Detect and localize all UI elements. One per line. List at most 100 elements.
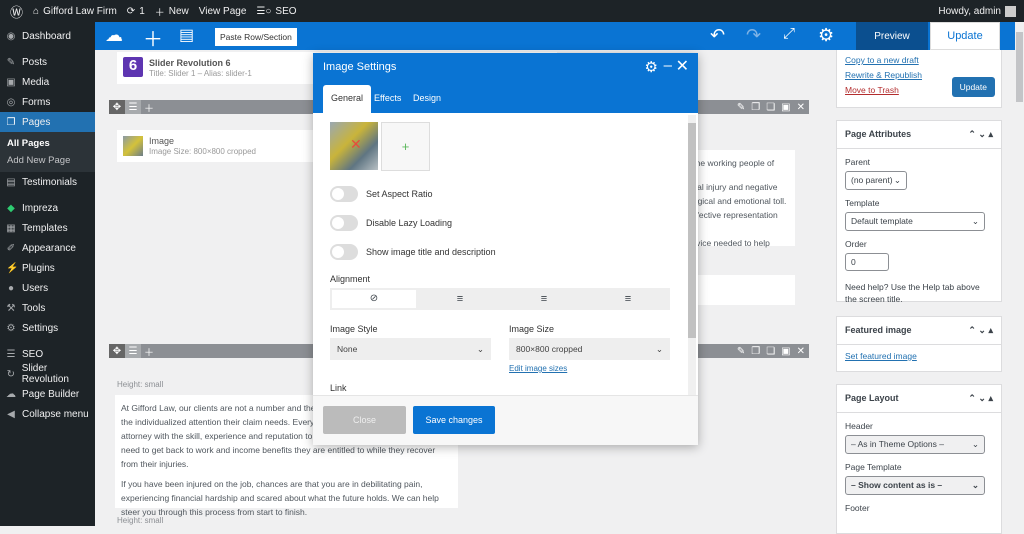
move-icon[interactable]: ✥ [109, 344, 125, 358]
page-template-select[interactable]: – Show content as is – ⌄ [845, 476, 985, 495]
sidebar-sub-add-new[interactable]: Add New Page [0, 152, 95, 169]
set-featured-image-link[interactable]: Set featured image [845, 351, 917, 361]
tab-design[interactable]: Design [405, 85, 449, 113]
redo-icon[interactable]: ↷ [746, 25, 761, 46]
add-icon[interactable]: ＋ [141, 344, 157, 359]
templates-icon[interactable]: ▤ [179, 25, 194, 45]
sidebar-item-seo[interactable]: ☰ SEO [0, 344, 95, 364]
paste-row-button[interactable]: Paste Row/Section [215, 28, 297, 46]
copy-icon[interactable]: ❏ [766, 102, 775, 113]
new-link[interactable]: ＋ New [155, 4, 189, 19]
tab-general[interactable]: General [323, 85, 372, 113]
delete-icon[interactable]: ✕ [797, 346, 805, 357]
align-left-icon[interactable]: ≡ [418, 288, 502, 310]
sidebar-item-posts[interactable]: ✎ Posts [0, 52, 95, 72]
image-size-select[interactable]: 800×800 cropped ⌄ [509, 338, 670, 360]
sidebar-item-media[interactable]: ▣ Media [0, 72, 95, 92]
update-button[interactable]: Update [930, 22, 1000, 50]
edit-image-sizes-link[interactable]: Edit image sizes [509, 364, 567, 373]
duplicate-icon[interactable]: ❐ [751, 102, 760, 113]
sidebar-item-pages[interactable]: ❐ Pages [0, 112, 95, 132]
seo-link[interactable]: ☰○ SEO [256, 6, 296, 17]
box-controls-icon[interactable]: ⌃ ⌄ ▴ [968, 325, 993, 336]
selected-image-thumbnail[interactable]: ✕ [330, 122, 378, 170]
box-controls-icon[interactable]: ⌃ ⌄ ▴ [968, 129, 993, 140]
admin-bar: Ⓦ ⌂ Gifford Law Firm ⟳ 1 ＋ New View Page… [0, 0, 1024, 22]
sidebar-item-appearance[interactable]: ✐ Appearance [0, 238, 95, 258]
sidebar-item-testimonials[interactable]: ▤ Testimonials [0, 172, 95, 192]
sidebar-item-templates[interactable]: ▦ Templates [0, 218, 95, 238]
sidebar-item-dashboard[interactable]: ◉ Dashboard [0, 26, 95, 46]
site-link[interactable]: ⌂ Gifford Law Firm [33, 6, 117, 17]
help-text: Need help? Use the Help tab above the sc… [845, 282, 980, 304]
fullscreen-icon[interactable]: ⤢ [783, 25, 795, 42]
users-icon: ● [7, 282, 15, 294]
sidebar-item-forms[interactable]: ◎ Forms [0, 92, 95, 112]
add-icon[interactable]: ＋ [141, 100, 157, 115]
delete-icon[interactable]: ✕ [797, 102, 805, 113]
add-element-icon[interactable]: ＋ [143, 23, 163, 52]
sidebar-item-settings[interactable]: ⚙ Settings [0, 318, 95, 338]
tab-effects[interactable]: Effects [366, 85, 409, 113]
alignment-control: ⊘ ≡ ≡ ≡ [330, 288, 670, 310]
align-none-icon[interactable]: ⊘ [332, 290, 416, 308]
sidebar-item-plugins[interactable]: ⚡ Plugins [0, 258, 95, 278]
sidebar-collapse[interactable]: ◀ Collapse menu [0, 404, 95, 424]
publish-update-button[interactable]: Update [951, 77, 995, 97]
parent-select[interactable]: (no parent) ⌄ [845, 171, 907, 190]
box-controls-icon[interactable]: ⌃ ⌄ ▴ [968, 393, 993, 404]
close-button[interactable]: Close [323, 406, 406, 434]
layout-icon[interactable]: ☰ [125, 344, 141, 358]
image-style-label: Image Style [330, 324, 378, 334]
minimize-icon[interactable]: – [664, 57, 672, 74]
builder-cloud-icon[interactable]: ☁ [105, 25, 123, 46]
footer-label: Footer [845, 503, 870, 513]
page-scrollbar[interactable] [1015, 22, 1024, 526]
account-menu[interactable]: Howdy, admin [938, 5, 1016, 17]
view-page-link[interactable]: View Page [199, 6, 247, 17]
add-image-button[interactable]: + [381, 122, 430, 171]
undo-icon[interactable]: ↶ [710, 25, 725, 46]
remove-image-icon[interactable]: ✕ [350, 136, 362, 153]
move-icon[interactable]: ✥ [109, 100, 125, 114]
sidebar-item-page-builder[interactable]: ☁ Page Builder [0, 384, 95, 404]
header-select[interactable]: – As in Theme Options – ⌄ [845, 435, 985, 454]
close-icon[interactable]: ✕ [676, 56, 689, 76]
sidebar-item-users[interactable]: ● Users [0, 278, 95, 298]
dashboard-icon: ◉ [6, 30, 16, 42]
updates-link[interactable]: ⟳ 1 [127, 6, 145, 17]
sidebar-item-impreza[interactable]: ◆ Impreza [0, 198, 95, 218]
edit-icon[interactable]: ✎ [737, 102, 745, 113]
edit-icon[interactable]: ✎ [737, 346, 745, 357]
sidebar-item-slider-revolution[interactable]: ↻ Slider Revolution [0, 363, 95, 385]
builder-toolbar: ☁ ＋ ▤ Paste Row/Section ↶ ↷ ⤢ ⚙ Preview … [95, 22, 1015, 52]
image-style-select[interactable]: None ⌄ [330, 338, 491, 360]
dialog-settings-icon[interactable]: ⚙ [645, 58, 658, 76]
sidebar-item-tools[interactable]: ⚒ Tools [0, 298, 95, 318]
lazy-loading-toggle[interactable]: Disable Lazy Loading [330, 215, 452, 231]
order-input[interactable]: 0 [845, 253, 889, 271]
aspect-ratio-toggle[interactable]: Set Aspect Ratio [330, 186, 433, 202]
preview-button[interactable]: Preview [856, 22, 928, 50]
save-icon[interactable]: ▣ [781, 102, 790, 113]
save-icon[interactable]: ▣ [781, 346, 790, 357]
layout-icon[interactable]: ☰ [125, 100, 141, 114]
show-title-toggle[interactable]: Show image title and description [330, 244, 496, 260]
copy-icon[interactable]: ❏ [766, 346, 775, 357]
slider-revolution-logo: 6 [123, 57, 143, 77]
diamond-icon: ◆ [7, 202, 15, 214]
settings-gear-icon[interactable]: ⚙ [818, 25, 834, 46]
save-changes-button[interactable]: Save changes [413, 406, 495, 434]
box-title: Page Attributes [845, 129, 912, 139]
duplicate-icon[interactable]: ❐ [751, 346, 760, 357]
seo-icon: ☰ [6, 348, 16, 360]
sidebar-sub-all-pages[interactable]: All Pages [0, 135, 95, 152]
settings-icon: ⚙ [6, 322, 16, 334]
template-select[interactable]: Default template ⌄ [845, 212, 985, 231]
align-center-icon[interactable]: ≡ [502, 288, 586, 310]
dialog-scrollbar[interactable] [688, 115, 696, 395]
align-right-icon[interactable]: ≡ [586, 288, 670, 310]
wordpress-logo-icon[interactable]: Ⓦ [10, 2, 23, 21]
alignment-label: Alignment [330, 274, 371, 284]
copy-draft-link[interactable]: Copy to a new draft [845, 53, 993, 68]
